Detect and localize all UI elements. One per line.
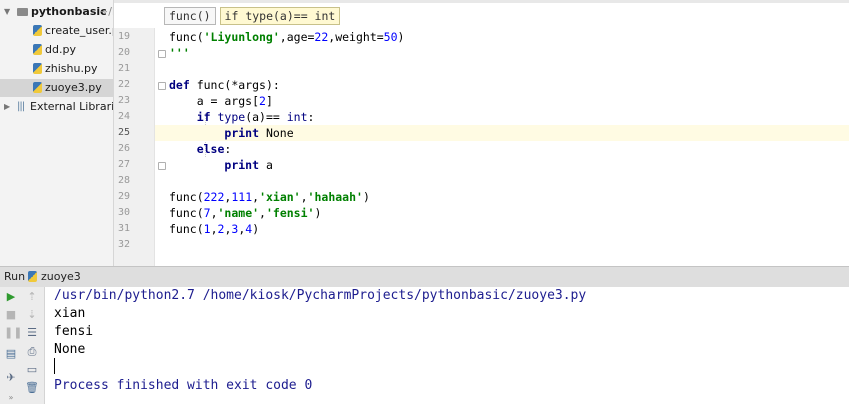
line-number: 27 (118, 159, 131, 170)
line-number: 29 (118, 191, 131, 202)
run-panel-title: Run (4, 270, 26, 283)
code-line-19[interactable]: func('Liyunlong',age=22,weight=50) (169, 29, 849, 45)
line-number: 24 (118, 111, 131, 122)
console-caret (54, 358, 55, 374)
code-line-23[interactable]: a = args[2] (169, 93, 849, 109)
tree-item-root[interactable]: ▼ pythonbasic ~/F (0, 3, 113, 21)
expand-arrow-icon[interactable]: ▼ (4, 3, 10, 21)
line-number: 21 (118, 63, 131, 74)
console-exit-message: Process finished with exit code 0 (54, 378, 313, 393)
folder-icon (17, 8, 28, 16)
fold-marker-icon[interactable] (158, 50, 166, 58)
python-file-icon (33, 82, 42, 93)
more-icon[interactable]: » (4, 391, 18, 405)
console-command-line: /usr/bin/python2.7 /home/kiosk/PycharmPr… (54, 288, 587, 303)
code-line-29[interactable]: func(222,111,'xian','hahaah') (169, 189, 849, 205)
code-line-27[interactable]: print a (169, 157, 849, 173)
tree-item-file-selected[interactable]: zuoye3.py (0, 79, 113, 97)
line-number: 30 (118, 207, 131, 218)
pause-icon[interactable]: ❚❚ (4, 326, 22, 340)
collapse-arrow-icon[interactable]: ▶ (4, 98, 10, 116)
code-line-24[interactable]: if type(a)== int: (169, 109, 849, 125)
python-file-icon (33, 25, 42, 36)
run-config-name[interactable]: zuoye3 (41, 267, 81, 286)
stop-icon[interactable]: ■ (4, 308, 18, 322)
code-line-21[interactable] (169, 61, 849, 77)
tree-item-file[interactable]: dd.py (0, 41, 113, 59)
editor-tab-strip (114, 0, 849, 3)
python-file-icon (33, 44, 42, 55)
line-number: 28 (118, 175, 131, 186)
code-line-25-current[interactable]: print None (155, 125, 849, 141)
code-line-20[interactable]: ''' (169, 45, 849, 61)
python-file-icon (33, 63, 42, 74)
breadcrumb-item-current[interactable]: if type(a)== int (219, 7, 341, 25)
breadcrumb: func() if type(a)== int (164, 7, 341, 25)
code-line-32[interactable] (169, 237, 849, 253)
root-folder-label: pythonbasic (31, 5, 107, 18)
code-line-31[interactable]: func(1,2,3,4) (169, 221, 849, 237)
play-icon[interactable]: ▶ (4, 290, 18, 304)
console-output-line: fensi (54, 324, 94, 339)
external-libraries-label: External Librarie (30, 100, 114, 113)
fold-marker-icon[interactable] (158, 82, 166, 90)
root-path-hint: ~/F (99, 5, 113, 18)
tree-item-file[interactable]: zhishu.py (0, 60, 113, 78)
arrow-up-icon[interactable]: ⇡ (25, 290, 39, 304)
print-icon[interactable]: ▭ (25, 363, 39, 377)
run-panel-header: Run zuoye3 (0, 266, 849, 288)
console-output-line: None (54, 342, 86, 357)
file-label: zuoye3.py (45, 81, 102, 94)
file-label: create_user.p (45, 24, 114, 37)
line-number: 19 (118, 31, 131, 42)
dump-threads-icon[interactable]: ▤ (4, 347, 18, 361)
console-output[interactable]: /usr/bin/python2.7 /home/kiosk/PycharmPr… (45, 287, 849, 404)
code-editor[interactable]: func() if type(a)== int 19 20 21 22 23 2… (114, 0, 849, 266)
line-number: 32 (118, 239, 131, 250)
line-number: 23 (118, 95, 131, 106)
console-output-line: xian (54, 306, 86, 321)
tree-item-external-libraries[interactable]: ▶ ||| External Librarie (0, 98, 113, 116)
line-number-current: 25 (118, 127, 131, 138)
run-toolbar: ▶ ⇡ ■ ⇣ ❚❚ ☰ ▤ ⎙ ▭ ✈ 🗑 » (0, 287, 45, 404)
line-number: 22 (118, 79, 131, 90)
project-tree-panel: ▼ pythonbasic ~/F create_user.p dd.py zh… (0, 0, 114, 266)
python-file-icon (28, 271, 37, 282)
arrow-down-icon[interactable]: ⇣ (25, 308, 39, 322)
library-icon: ||| (17, 101, 25, 112)
tree-item-file[interactable]: create_user.p (0, 22, 113, 40)
code-line-30[interactable]: func(7,'name','fensi') (169, 205, 849, 221)
code-line-26[interactable]: else: (169, 141, 849, 157)
line-number: 20 (118, 47, 131, 58)
trash-icon[interactable]: 🗑 (25, 381, 39, 395)
file-label: zhishu.py (45, 62, 98, 75)
code-line-28[interactable] (169, 173, 849, 189)
print-icon[interactable]: ⎙ (25, 345, 39, 359)
soft-wrap-icon[interactable]: ☰ (25, 326, 39, 340)
code-line-22[interactable]: def func(*args): (169, 77, 849, 93)
pin-icon[interactable]: ✈ (4, 371, 18, 385)
line-number: 26 (118, 143, 131, 154)
file-label: dd.py (45, 43, 76, 56)
line-number: 31 (118, 223, 131, 234)
breadcrumb-item[interactable]: func() (164, 7, 216, 25)
fold-marker-icon[interactable] (158, 162, 166, 170)
